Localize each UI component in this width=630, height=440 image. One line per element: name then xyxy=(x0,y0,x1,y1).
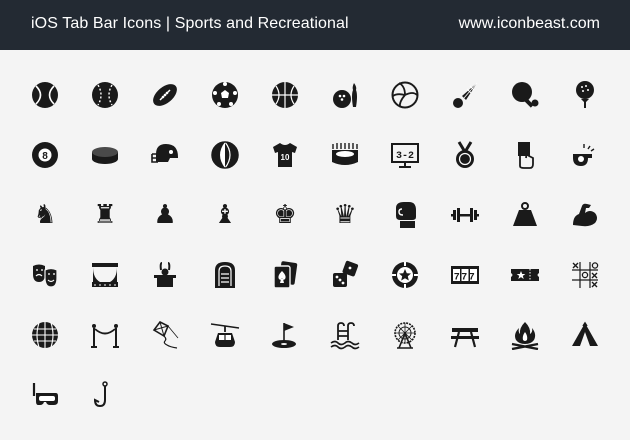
chess-bishop-icon[interactable]: ♝ xyxy=(207,197,243,233)
stage-curtain-icon[interactable] xyxy=(87,257,123,293)
football-icon[interactable] xyxy=(147,77,183,113)
bowling-icon[interactable] xyxy=(327,77,363,113)
poker-chip-icon[interactable] xyxy=(387,257,423,293)
page-title: iOS Tab Bar Icons | Sports and Recreatio… xyxy=(31,15,349,32)
whistle-icon[interactable] xyxy=(567,137,603,173)
dumbbell-icon[interactable] xyxy=(447,197,483,233)
cable-car-icon[interactable] xyxy=(207,317,243,353)
beach-ball-icon[interactable] xyxy=(207,137,243,173)
slot-reels: 777 xyxy=(454,273,477,284)
golf-ball-icon[interactable] xyxy=(567,77,603,113)
weight-icon[interactable] xyxy=(507,197,543,233)
referee-card-icon[interactable] xyxy=(507,137,543,173)
site-url: www.iconbeast.com xyxy=(458,15,600,32)
playing-cards-icon[interactable] xyxy=(267,257,303,293)
chess-queen-icon[interactable]: ♛ xyxy=(327,197,363,233)
billiard-8-ball-icon[interactable]: 8 xyxy=(27,137,63,173)
header-bar: iOS Tab Bar Icons | Sports and Recreatio… xyxy=(0,0,630,50)
theater-masks-icon[interactable] xyxy=(27,257,63,293)
basketball-icon[interactable] xyxy=(267,77,303,113)
chess-rook-icon[interactable]: ♜ xyxy=(87,197,123,233)
icon-grid: 8 10 3-2 ♞ ♜ ♟ ♝ ♚ ♛ 777 xyxy=(0,50,630,440)
tic-tac-toe-icon[interactable] xyxy=(567,257,603,293)
shuttlecock-icon[interactable] xyxy=(447,77,483,113)
medal-icon[interactable] xyxy=(447,137,483,173)
fishing-hook-icon[interactable] xyxy=(87,377,123,413)
picnic-table-icon[interactable] xyxy=(447,317,483,353)
scoreboard-icon[interactable]: 3-2 xyxy=(387,137,423,173)
magic-hat-icon[interactable] xyxy=(147,257,183,293)
jukebox-icon[interactable] xyxy=(207,257,243,293)
baseball-icon[interactable] xyxy=(87,77,123,113)
volleyball-icon[interactable] xyxy=(387,77,423,113)
disco-ball-icon[interactable] xyxy=(27,317,63,353)
tennis-ball-icon[interactable] xyxy=(27,77,63,113)
snorkel-mask-icon[interactable] xyxy=(27,377,63,413)
boxing-glove-icon[interactable] xyxy=(387,197,423,233)
hockey-puck-icon[interactable] xyxy=(87,137,123,173)
kite-icon[interactable] xyxy=(147,317,183,353)
tent-icon[interactable] xyxy=(567,317,603,353)
chess-pawn-icon[interactable]: ♟ xyxy=(147,197,183,233)
ferris-wheel-icon[interactable] xyxy=(387,317,423,353)
dice-icon[interactable] xyxy=(327,257,363,293)
golf-flag-icon[interactable] xyxy=(267,317,303,353)
stadium-icon[interactable] xyxy=(327,137,363,173)
rope-barrier-icon[interactable] xyxy=(87,317,123,353)
jersey-icon[interactable]: 10 xyxy=(267,137,303,173)
slot-machine-icon[interactable]: 777 xyxy=(447,257,483,293)
football-helmet-icon[interactable] xyxy=(147,137,183,173)
scoreboard-score: 3-2 xyxy=(396,151,414,162)
swimming-pool-icon[interactable] xyxy=(327,317,363,353)
chess-king-icon[interactable]: ♚ xyxy=(267,197,303,233)
flexed-arm-icon[interactable] xyxy=(567,197,603,233)
chess-knight-icon[interactable]: ♞ xyxy=(27,197,63,233)
soccer-ball-icon[interactable] xyxy=(207,77,243,113)
ping-pong-icon[interactable] xyxy=(507,77,543,113)
campfire-icon[interactable] xyxy=(507,317,543,353)
ticket-icon[interactable] xyxy=(507,257,543,293)
eight-label: 8 xyxy=(42,151,48,162)
jersey-number: 10 xyxy=(281,153,290,162)
